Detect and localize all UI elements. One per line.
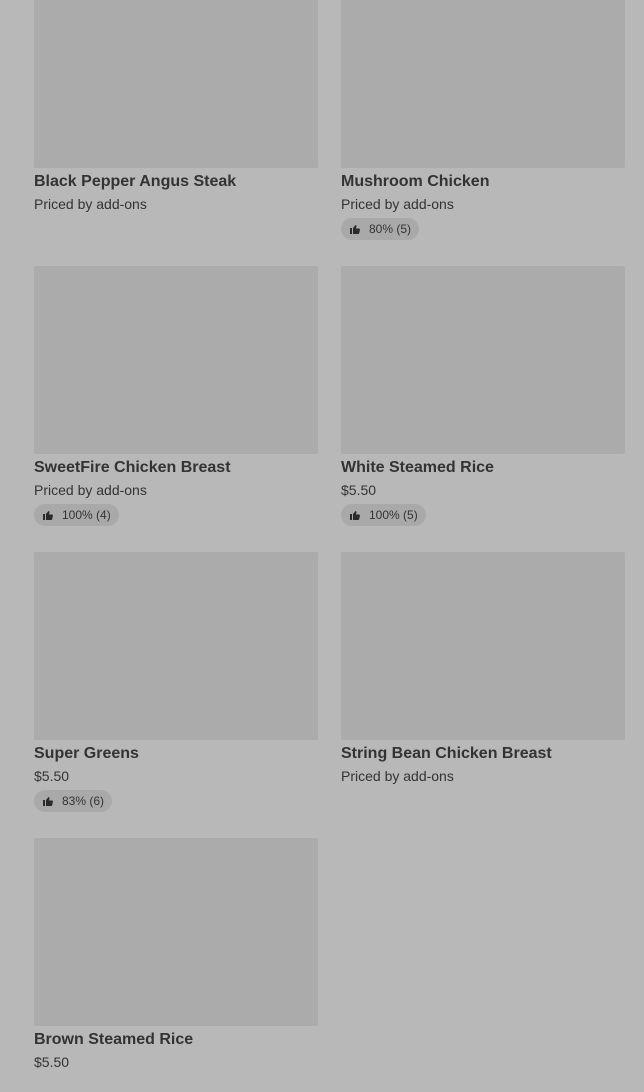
menu-item-price: Priced by add-ons bbox=[341, 768, 454, 784]
thumbs-up-icon bbox=[350, 225, 360, 234]
menu-item-card[interactable]: String Bean Chicken Breast Priced by add… bbox=[341, 552, 625, 785]
rating-text: 80% (5) bbox=[369, 222, 412, 236]
rating-badge: 100% (5) bbox=[341, 504, 426, 526]
menu-item-card[interactable]: Super Greens $5.50 83% (6) bbox=[34, 552, 318, 812]
menu-item-grid: Black Pepper Angus Steak Priced by add-o… bbox=[0, 0, 644, 1092]
thumbs-up-icon bbox=[43, 511, 53, 520]
menu-item-card[interactable]: Brown Steamed Rice $5.50 bbox=[34, 838, 318, 1071]
menu-item-image[interactable] bbox=[34, 552, 318, 740]
rating-badge: 100% (4) bbox=[34, 504, 119, 526]
menu-item-card[interactable]: SweetFire Chicken Breast Priced by add-o… bbox=[34, 266, 318, 526]
menu-item-name: Brown Steamed Rice bbox=[34, 1031, 194, 1048]
menu-item-name: String Bean Chicken Breast bbox=[341, 745, 552, 762]
rating-badge: 80% (5) bbox=[341, 218, 420, 240]
menu-item-name: White Steamed Rice bbox=[341, 459, 494, 476]
rating-text: 100% (4) bbox=[62, 508, 111, 522]
menu-item-image[interactable] bbox=[34, 0, 318, 168]
menu-item-name: Black Pepper Angus Steak bbox=[34, 173, 237, 190]
menu-item-name: SweetFire Chicken Breast bbox=[34, 459, 231, 476]
menu-item-price: $5.50 bbox=[34, 1054, 70, 1070]
rating-text: 100% (5) bbox=[369, 508, 418, 522]
thumbs-up-icon bbox=[350, 511, 360, 520]
rating-badge: 83% (6) bbox=[34, 790, 113, 812]
menu-item-image[interactable] bbox=[34, 266, 318, 454]
menu-item-price: $5.50 bbox=[34, 768, 70, 784]
menu-item-image[interactable] bbox=[341, 266, 625, 454]
menu-item-price: Priced by add-ons bbox=[341, 196, 454, 212]
menu-item-price: Priced by add-ons bbox=[34, 482, 147, 498]
menu-item-name: Super Greens bbox=[34, 745, 139, 762]
thumbs-up-icon bbox=[43, 797, 53, 806]
menu-item-name: Mushroom Chicken bbox=[341, 173, 490, 190]
menu-item-card[interactable]: Black Pepper Angus Steak Priced by add-o… bbox=[34, 0, 318, 213]
menu-item-price: $5.50 bbox=[341, 482, 377, 498]
menu-item-image[interactable] bbox=[34, 838, 318, 1026]
rating-text: 83% (6) bbox=[62, 794, 105, 808]
menu-item-image[interactable] bbox=[341, 552, 625, 740]
menu-item-card[interactable]: White Steamed Rice $5.50 100% (5) bbox=[341, 266, 625, 526]
menu-item-price: Priced by add-ons bbox=[34, 196, 147, 212]
menu-item-card[interactable]: Mushroom Chicken Priced by add-ons 80% (… bbox=[341, 0, 625, 240]
menu-item-image[interactable] bbox=[341, 0, 625, 168]
